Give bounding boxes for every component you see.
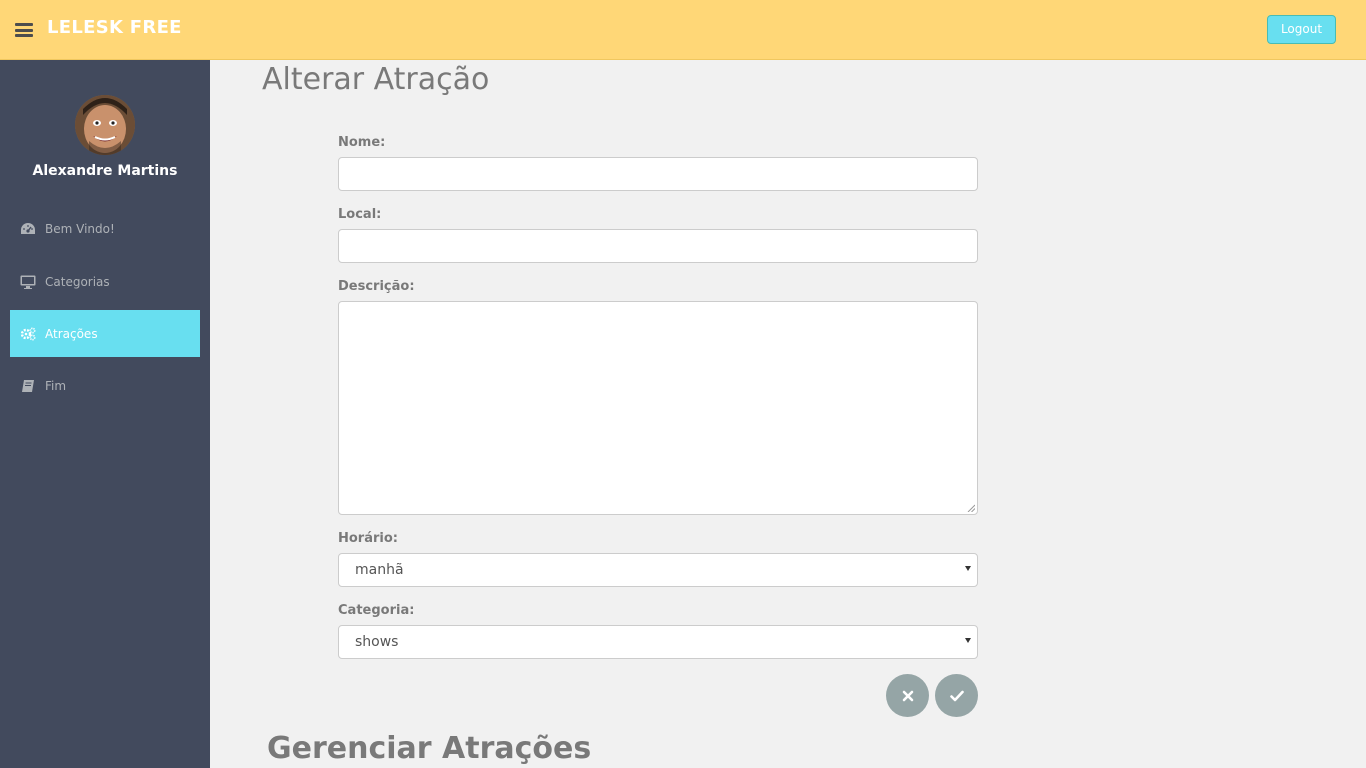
sidebar-item-fim[interactable]: Fim: [10, 362, 200, 409]
local-label: Local:: [338, 207, 382, 222]
times-icon: [902, 690, 913, 701]
categoria-selected-value: shows: [355, 634, 399, 650]
desktop-icon: [20, 274, 36, 290]
brand-logo[interactable]: LELESK FREE: [47, 17, 182, 38]
descricao-textarea[interactable]: [338, 301, 978, 515]
sidebar-item-label: Bem Vindo!: [45, 221, 115, 236]
avatar[interactable]: [75, 95, 135, 155]
descricao-label: Descrição:: [338, 279, 415, 294]
sidebar-item-categorias[interactable]: Categorias: [10, 258, 200, 305]
categoria-select[interactable]: shows: [338, 625, 978, 659]
menu-toggle-icon[interactable]: [15, 23, 33, 37]
cancel-button[interactable]: [886, 674, 929, 717]
sidebar-item-label: Atrações: [45, 326, 98, 341]
horario-label: Horário:: [338, 531, 398, 546]
horario-select[interactable]: manhã: [338, 553, 978, 587]
sidebar-item-bem-vindo[interactable]: Bem Vindo!: [10, 205, 200, 252]
book-icon: [20, 378, 36, 394]
nome-input[interactable]: [338, 157, 978, 191]
chevron-down-icon: [965, 638, 971, 643]
top-bar: LELESK FREE Logout: [0, 0, 1366, 60]
check-icon: [949, 690, 964, 701]
sidebar-item-label: Fim: [45, 378, 67, 393]
resize-handle-icon[interactable]: [967, 504, 975, 512]
sidebar-item-atracoes[interactable]: Atrações: [10, 310, 200, 357]
section-title: Gerenciar Atrações: [267, 731, 592, 766]
dashboard-icon: [20, 221, 36, 237]
logout-button[interactable]: Logout: [1267, 15, 1336, 44]
categoria-label: Categoria:: [338, 603, 415, 618]
sidebar-item-label: Categorias: [45, 274, 110, 289]
horario-selected-value: manhã: [355, 562, 404, 578]
local-input[interactable]: [338, 229, 978, 263]
page-title: Alterar Atração: [262, 62, 490, 97]
chevron-down-icon: [965, 566, 971, 571]
confirm-button[interactable]: [935, 674, 978, 717]
nome-label: Nome:: [338, 135, 386, 150]
user-name: Alexandre Martins: [32, 163, 178, 179]
cogs-icon: [20, 326, 36, 342]
sidebar: Alexandre Martins Bem Vindo! Categorias …: [0, 60, 210, 768]
